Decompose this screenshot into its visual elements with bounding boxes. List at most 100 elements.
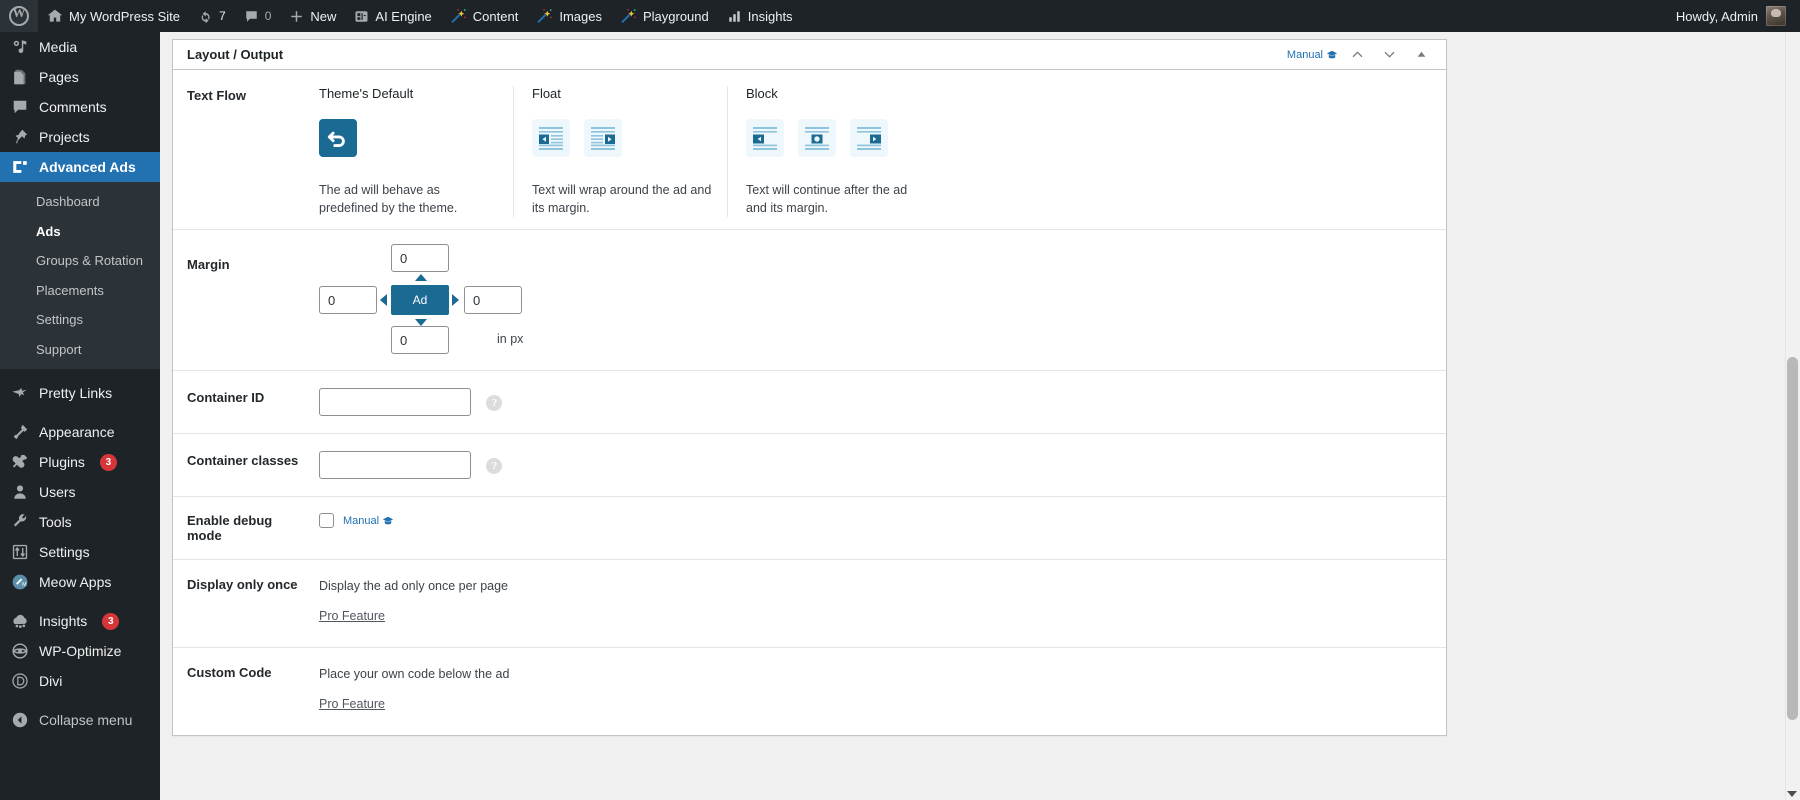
page-scrollbar-thumb[interactable]: [1787, 357, 1798, 720]
margin-left-input[interactable]: [319, 286, 377, 314]
container-id-input[interactable]: [319, 388, 471, 416]
insights-label: Insights: [748, 9, 793, 24]
plugins-badge: 3: [100, 454, 117, 471]
sidebar-item-label: Meow Apps: [39, 575, 111, 589]
updates-menu[interactable]: 7: [189, 0, 235, 32]
sidebar-item-appearance[interactable]: Appearance: [0, 417, 160, 447]
sidebar-item-users[interactable]: Users: [0, 477, 160, 507]
sidebar-item-label: Appearance: [39, 425, 115, 439]
sidebar-separator: [0, 408, 160, 417]
sidebar-item-divi[interactable]: Divi: [0, 666, 160, 696]
sidebar-item-advanced-ads[interactable]: Advanced Ads: [0, 152, 160, 182]
graduation-cap-icon: [1326, 49, 1338, 61]
question-mark-icon[interactable]: ?: [486, 458, 502, 474]
custom-code-row: Custom Code Place your own code below th…: [173, 648, 1446, 735]
appearance-icon: [10, 422, 30, 442]
sidebar-item-plugins[interactable]: Plugins 3: [0, 447, 160, 477]
sidebar-subitem-support[interactable]: Support: [0, 335, 160, 365]
wp-optimize-icon: [10, 641, 30, 661]
updates-icon: [198, 9, 213, 24]
debug-mode-checkbox[interactable]: [319, 513, 334, 528]
users-icon: [10, 482, 30, 502]
sidebar-item-insights[interactable]: Insights 3: [0, 606, 160, 636]
sidebar-subitem-groups[interactable]: Groups & Rotation: [0, 246, 160, 276]
panel-manual-link[interactable]: Manual: [1287, 49, 1338, 61]
magic-wand-icon: [620, 8, 637, 25]
comments-icon: [10, 97, 30, 117]
sidebar-item-label: Pages: [39, 70, 79, 84]
sidebar-subitem-placements[interactable]: Placements: [0, 276, 160, 306]
content-area: Layout / Output Manual: [160, 32, 1800, 800]
sidebar-item-label: Media: [39, 40, 77, 54]
sidebar-item-wp-optimize[interactable]: WP-Optimize: [0, 636, 160, 666]
float-right-icon[interactable]: [584, 119, 622, 157]
toggle-panel-button[interactable]: [1408, 42, 1434, 68]
debug-mode-row: Enable debug mode Manual: [173, 497, 1446, 560]
layout-output-panel: Layout / Output Manual: [172, 39, 1447, 736]
sidebar-item-pages[interactable]: Pages: [0, 62, 160, 92]
collapse-menu-button[interactable]: Collapse menu: [0, 705, 160, 735]
new-content-menu[interactable]: New: [280, 0, 345, 32]
margin-top-input[interactable]: [391, 244, 449, 272]
sidebar-item-tools[interactable]: Tools: [0, 507, 160, 537]
settings-icon: [10, 542, 30, 562]
move-down-button[interactable]: [1376, 42, 1402, 68]
plugins-icon: [10, 452, 30, 472]
comments-menu[interactable]: 0: [235, 0, 281, 32]
block-center-icon[interactable]: [798, 119, 836, 157]
wp-logo-menu[interactable]: [0, 0, 38, 32]
playground-menu[interactable]: Playground: [611, 0, 718, 32]
container-classes-field: ?: [319, 434, 1432, 496]
sidebar-item-settings[interactable]: Settings: [0, 537, 160, 567]
account-menu[interactable]: Howdy, Admin: [1676, 6, 1800, 26]
images-label: Images: [559, 9, 602, 24]
display-only-once-label: Display only once: [187, 560, 319, 647]
custom-code-label: Custom Code: [187, 648, 319, 735]
sidebar-subitem-ads[interactable]: Ads: [0, 217, 160, 247]
text-flow-option-theme-default[interactable]: Theme's Default The ad will behave as pr…: [319, 86, 513, 217]
margin-unit-label: in px: [497, 332, 523, 346]
ai-engine-menu[interactable]: AI Engine: [345, 0, 440, 32]
margin-bottom-arrow-icon: [415, 319, 427, 326]
comments-icon: [244, 9, 259, 24]
block-right-icon[interactable]: [850, 119, 888, 157]
content-menu[interactable]: Content: [441, 0, 528, 32]
sidebar-item-meow-apps[interactable]: M Meow Apps: [0, 567, 160, 597]
container-classes-input[interactable]: [319, 451, 471, 479]
display-only-once-field: Display the ad only once per page Pro Fe…: [319, 560, 1432, 647]
display-only-once-pro-link[interactable]: Pro Feature: [319, 609, 385, 623]
margin-right-input[interactable]: [464, 286, 522, 314]
sidebar-item-comments[interactable]: Comments: [0, 92, 160, 122]
margin-right-arrow-icon: [452, 294, 459, 306]
undo-arrow-icon[interactable]: [319, 119, 357, 157]
display-only-once-row: Display only once Display the ad only on…: [173, 560, 1446, 648]
sidebar-item-pretty-links[interactable]: Pretty Links: [0, 378, 160, 408]
sidebar-item-label: Users: [39, 485, 76, 499]
page-scrollbar-track[interactable]: [1785, 32, 1800, 800]
sidebar-item-media[interactable]: Media: [0, 32, 160, 62]
custom-code-description: Place your own code below the ad: [319, 665, 1432, 684]
text-flow-option-float[interactable]: Float: [513, 86, 727, 217]
question-mark-icon[interactable]: ?: [486, 395, 502, 411]
block-left-icon[interactable]: [746, 119, 784, 157]
debug-manual-link[interactable]: Manual: [343, 515, 394, 527]
scroll-down-arrow-icon[interactable]: [1787, 791, 1797, 797]
option-description: Text will continue after the ad and its …: [746, 181, 926, 217]
wordpress-logo-icon: [9, 6, 29, 26]
float-left-icon[interactable]: [532, 119, 570, 157]
sidebar-subitem-dashboard[interactable]: Dashboard: [0, 187, 160, 217]
sidebar-subitem-settings[interactable]: Settings: [0, 305, 160, 335]
custom-code-pro-link[interactable]: Pro Feature: [319, 697, 385, 711]
move-up-button[interactable]: [1344, 42, 1370, 68]
text-flow-option-block[interactable]: Block: [727, 86, 957, 217]
margin-top-arrow-icon: [415, 274, 427, 281]
sidebar-separator: [0, 369, 160, 378]
sidebar-item-label: Insights: [39, 614, 87, 628]
magic-wand-icon: [536, 8, 553, 25]
container-id-field: ?: [319, 371, 1432, 433]
insights-menu[interactable]: Insights: [718, 0, 802, 32]
margin-bottom-input[interactable]: [391, 326, 449, 354]
images-menu[interactable]: Images: [527, 0, 611, 32]
site-name-menu[interactable]: My WordPress Site: [38, 0, 189, 32]
sidebar-item-projects[interactable]: Projects: [0, 122, 160, 152]
